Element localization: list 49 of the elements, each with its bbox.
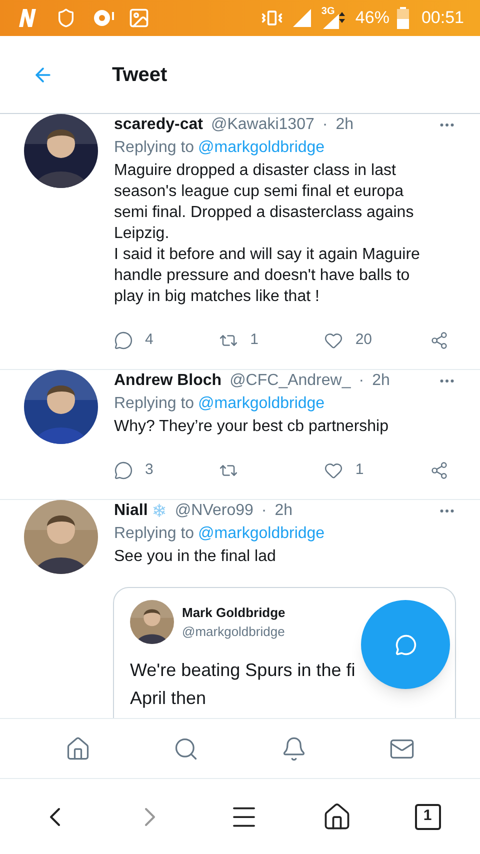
page-title: Tweet — [112, 62, 168, 88]
user-handle: @CFC_Andrew_ — [230, 371, 351, 391]
search-icon[interactable] — [173, 736, 199, 762]
like-icon[interactable] — [324, 460, 344, 480]
separator-dot: · — [321, 115, 329, 135]
share-icon[interactable] — [430, 460, 448, 480]
like-count: 1 — [355, 460, 364, 480]
shield-icon — [56, 8, 76, 28]
user-handle: @Kawaki1307 — [210, 115, 314, 135]
signal-icon — [291, 8, 314, 28]
like-count: 20 — [355, 330, 372, 350]
user-name: Niall — [114, 501, 148, 521]
clock-time: 00:51 — [421, 7, 464, 30]
separator-dot: · — [260, 501, 268, 521]
quoted-user-name: Mark Goldbridge — [182, 604, 286, 622]
replying-label: Replying to — [114, 394, 194, 414]
tabs-button[interactable]: 1 — [414, 804, 441, 830]
quoted-user-handle: @markgoldbridge — [182, 623, 286, 641]
tweet-time: 2h — [372, 371, 390, 391]
quoted-tweet-text: April then — [130, 688, 206, 708]
reply-icon[interactable] — [114, 460, 133, 480]
like-icon[interactable] — [324, 330, 344, 350]
mention-link[interactable]: @markgoldbridge — [198, 392, 325, 416]
replying-label: Replying to — [114, 138, 194, 158]
quoted-tweet-text: We're beating Spurs in the fi — [130, 660, 356, 680]
battery-icon — [397, 7, 410, 29]
tweet-text: Maguire dropped a disaster class in last season's league cup semi final et europa semi final. Dropped a disasterclass agains Leipzig. I said it before and will say it again Maguire handle pressure and doesn't have balls to play in big matches like that ! — [114, 161, 421, 307]
reply-icon[interactable] — [114, 330, 133, 350]
share-icon[interactable] — [430, 330, 448, 350]
replying-label: Replying to — [114, 524, 194, 544]
tweet-time: 2h — [274, 501, 293, 521]
reply-icon — [394, 634, 416, 656]
image-icon — [128, 7, 150, 29]
retweet-count: 1 — [250, 330, 259, 350]
reply-count: 3 — [145, 460, 154, 480]
separator-dot: · — [358, 371, 366, 391]
tweet-text: See you in the final lad — [114, 547, 277, 567]
mention-link[interactable]: @markgoldbridge — [198, 522, 325, 546]
mention-link[interactable]: @markgoldbridge — [198, 136, 325, 160]
user-name: Andrew Bloch — [114, 371, 222, 391]
tweet-time: 2h — [336, 115, 354, 135]
user-name: scaredy-cat — [114, 115, 203, 135]
reply-count: 4 — [145, 330, 154, 350]
battery-level: 46% — [355, 7, 390, 30]
user-handle: @NVero99 — [174, 501, 254, 521]
bell-icon[interactable] — [281, 736, 307, 762]
tweet-text: Why? They’re your best cb partnership — [114, 417, 390, 437]
network-type: 3G — [321, 5, 335, 19]
snowflake-emoji: ❄ — [152, 500, 167, 524]
